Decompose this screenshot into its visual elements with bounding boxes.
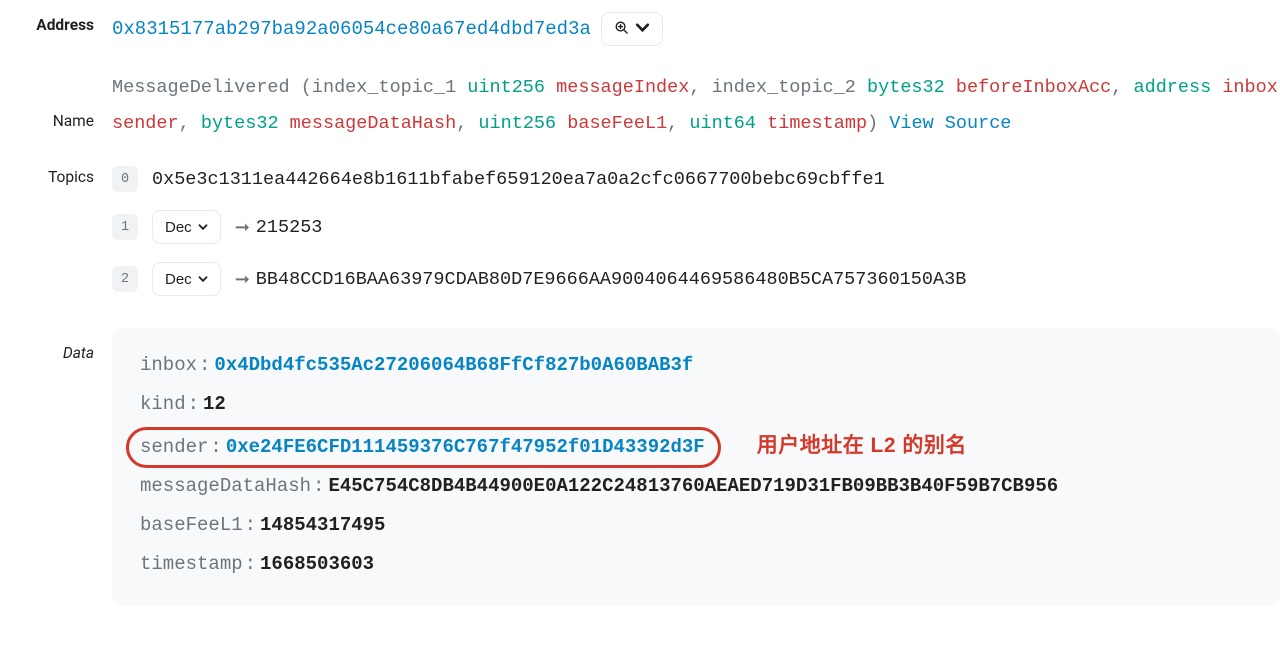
topic-format-dropdown[interactable]: Dec xyxy=(152,262,221,296)
sender-address-link[interactable]: 0xe24FE6CFD111459376C767f47952f01D43392d… xyxy=(226,428,705,467)
chevron-down-icon xyxy=(198,219,208,236)
annotation-text: 用户地址在 L2 的别名 xyxy=(757,424,967,467)
data-field-sender: sender : 0xe24FE6CFD111459376C767f47952f… xyxy=(140,424,1252,467)
name-label: Name xyxy=(14,70,112,130)
topic-hash-0: 0x5e3c1311ea442664e8b1611bfabef659120ea7… xyxy=(152,169,885,190)
arrow-icon: ➞ xyxy=(235,217,250,238)
topic-row-1: 1 Dec ➞ 215253 xyxy=(112,210,1280,244)
topic-row-2: 2 Dec ➞ BB48CCD16BAA63979CDAB80D7E9666AA… xyxy=(112,262,1280,296)
event-signature: MessageDelivered (index_topic_1 uint256 … xyxy=(112,70,1280,142)
topics-label: Topics xyxy=(14,164,112,186)
address-label: Address xyxy=(14,12,112,34)
topic-value-2: BB48CCD16BAA63979CDAB80D7E9666AA90040644… xyxy=(256,269,967,290)
data-field-basefeel1: baseFeeL1 : 14854317495 xyxy=(140,506,1252,545)
inbox-address-link[interactable]: 0x4Dbd4fc535Ac27206064B68FfCf827b0A60BAB… xyxy=(214,346,693,385)
data-field-inbox: inbox : 0x4Dbd4fc535Ac27206064B68FfCf827… xyxy=(140,346,1252,385)
data-box: inbox : 0x4Dbd4fc535Ac27206064B68FfCf827… xyxy=(112,328,1280,606)
data-label: Data xyxy=(14,322,112,362)
chevron-down-icon xyxy=(198,271,208,288)
chevron-down-icon xyxy=(635,20,650,38)
data-field-kind: kind : 12 xyxy=(140,385,1252,424)
topic-value-1: 215253 xyxy=(256,217,323,238)
topic-index: 2 xyxy=(112,266,138,292)
topic-row-0: 0 0x5e3c1311ea442664e8b1611bfabef659120e… xyxy=(112,166,1280,192)
address-link[interactable]: 0x8315177ab297ba92a06054ce80a67ed4dbd7ed… xyxy=(112,18,591,40)
topic-format-dropdown[interactable]: Dec xyxy=(152,210,221,244)
view-source-link[interactable]: View Source xyxy=(878,113,1011,134)
data-field-messagedatahash: messageDataHash : E45C754C8DB4B44900E0A1… xyxy=(140,467,1252,506)
data-field-timestamp: timestamp : 1668503603 xyxy=(140,545,1252,584)
address-filter-button[interactable] xyxy=(601,12,663,46)
topic-index: 1 xyxy=(112,214,138,240)
arrow-icon: ➞ xyxy=(235,269,250,290)
magnify-plus-icon xyxy=(614,20,629,38)
topic-index: 0 xyxy=(112,166,138,192)
